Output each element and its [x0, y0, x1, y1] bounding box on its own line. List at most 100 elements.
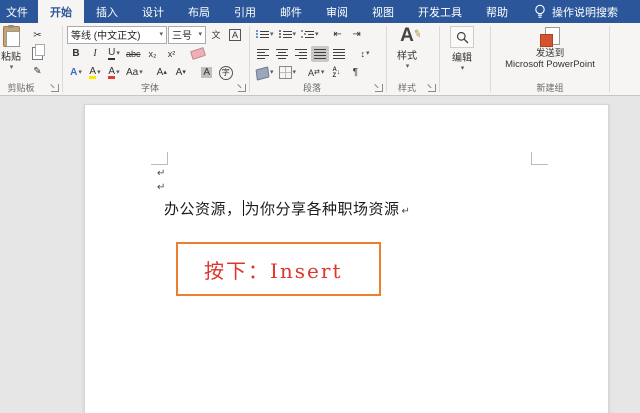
bullet-list-icon	[256, 30, 269, 38]
tab-layout[interactable]: 布局	[176, 0, 222, 23]
shading-button[interactable]: ▾	[254, 65, 276, 81]
tab-home[interactable]: 开始	[38, 0, 84, 23]
font-name-combobox[interactable]: 等线 (中文正文) ▾	[67, 25, 167, 44]
chevron-down-icon: ▾	[365, 50, 370, 57]
subscript-button[interactable]: x₂	[144, 46, 162, 62]
chevron-down-icon: ▾	[405, 63, 410, 70]
decrease-indent-button[interactable]: ⇤	[329, 27, 347, 43]
multilevel-list-button[interactable]: ▾	[299, 27, 321, 43]
numbered-list-icon	[278, 30, 292, 38]
text-effects-button[interactable]: A ▾	[67, 65, 85, 81]
tab-developer[interactable]: 开发工具	[406, 0, 474, 23]
eraser-icon	[189, 47, 206, 60]
increase-indent-button[interactable]: ⇥	[348, 27, 366, 43]
strikethrough-button[interactable]: abc	[124, 46, 143, 62]
styles-dialog-launcher-icon[interactable]	[428, 84, 436, 92]
swap-arrows-icon: ⇄	[314, 69, 320, 76]
paragraph-group: ▾ ▾ ▾ ⇤ ⇥ ↕ ▾ ▾ ▾ A ⇄ ▾ A Z ↓ ¶ 段落	[250, 23, 386, 95]
tab-review[interactable]: 审阅	[314, 0, 360, 23]
font-color-button[interactable]: A ▾	[105, 65, 123, 81]
tab-file[interactable]: 文件	[0, 0, 38, 23]
highlighter-icon: A	[89, 65, 97, 79]
superscript-button[interactable]: x²	[163, 46, 181, 62]
tab-mailings[interactable]: 邮件	[268, 0, 314, 23]
decrease-indent-icon: ⇤	[333, 29, 342, 40]
line-spacing-button[interactable]: ↕ ▾	[356, 46, 374, 62]
insert-callout-text: 按下：Insert	[204, 258, 343, 283]
enclose-characters-button[interactable]: 字	[217, 65, 235, 81]
send-to-powerpoint-button[interactable]: 发送到 Microsoft PowerPoint	[499, 26, 601, 70]
align-center-button[interactable]	[273, 46, 291, 62]
show-hide-marks-button[interactable]: ¶	[346, 65, 364, 81]
format-painter-icon: ✎	[33, 65, 42, 77]
tab-references[interactable]: 引用	[222, 0, 268, 23]
shrink-font-button[interactable]: A ▾	[172, 65, 190, 81]
tab-view[interactable]: 视图	[360, 0, 406, 23]
send-label-line1: 发送到	[535, 48, 565, 59]
font-dialog-launcher-icon[interactable]	[238, 84, 246, 92]
align-left-icon	[257, 48, 269, 59]
styles-button[interactable]: A ✎ 样式 ▾	[391, 26, 423, 71]
document-text-line[interactable]: 办公资源， 为你分享各种职场资源 ↵	[164, 198, 410, 219]
align-left-button[interactable]	[254, 46, 272, 62]
editing-button[interactable]: 编辑 ▾	[444, 26, 480, 72]
highlight-color-button[interactable]: A ▾	[86, 65, 104, 81]
font-name-value: 等线 (中文正文)	[71, 31, 141, 42]
styles-button-label: 样式	[397, 51, 417, 62]
numbering-button[interactable]: ▾	[277, 27, 299, 43]
character-border-button[interactable]: A	[226, 27, 244, 43]
document-page[interactable]: ↵ ↵ 办公资源， 为你分享各种职场资源 ↵ 按下：Insert	[84, 104, 609, 413]
borders-grid-icon	[278, 66, 292, 79]
distribute-button[interactable]	[330, 46, 348, 62]
paragraph-dialog-launcher-icon[interactable]	[375, 84, 383, 92]
tab-design[interactable]: 设计	[130, 0, 176, 23]
increase-indent-icon: ⇥	[352, 29, 361, 40]
send-to-powerpoint-icon	[538, 27, 562, 47]
justify-button[interactable]	[311, 45, 329, 62]
borders-button[interactable]: ▾	[277, 65, 299, 81]
phonetic-guide-icon: 文	[211, 30, 221, 40]
font-size-combobox[interactable]: 三号 ▾	[168, 25, 206, 44]
search-icon	[456, 31, 468, 43]
copy-button[interactable]	[28, 43, 47, 61]
paint-bucket-icon	[255, 66, 270, 81]
font-group: 等线 (中文正文) ▾ 三号 ▾ 文 A B I U ▾ abc x₂ x² A…	[63, 23, 249, 95]
tab-insert[interactable]: 插入	[84, 0, 130, 23]
down-arrow-icon: ▾	[182, 69, 186, 76]
new-group: 发送到 Microsoft PowerPoint 新建组	[491, 23, 609, 95]
phonetic-guide-button[interactable]: 文	[207, 27, 225, 43]
underline-label: U	[108, 46, 116, 60]
grow-font-button[interactable]: A ▴	[153, 65, 171, 81]
italic-button[interactable]: I	[86, 46, 104, 62]
clipboard-group: 粘贴 ▾ ✂ ✎ 剪贴板	[0, 23, 62, 95]
underline-button[interactable]: U ▾	[105, 46, 123, 62]
paste-label: 粘贴	[1, 52, 21, 63]
bold-button[interactable]: B	[67, 46, 85, 62]
margin-corner-mark-top-left	[151, 152, 168, 165]
character-shading-button[interactable]: A	[198, 65, 216, 81]
clipboard-dialog-launcher-icon[interactable]	[51, 84, 59, 92]
text-after-cursor: 为你分享各种职场资源	[244, 201, 400, 218]
insert-callout-box[interactable]: 按下：Insert	[176, 242, 381, 296]
tell-me-search[interactable]: 操作说明搜索	[534, 0, 618, 23]
distribute-icon	[333, 48, 345, 59]
sort-button[interactable]: A Z ↓	[327, 65, 345, 81]
clear-formatting-button[interactable]	[189, 46, 207, 62]
text-effects-icon: A	[70, 67, 78, 78]
align-center-icon	[276, 48, 288, 59]
change-case-button[interactable]: Aa ▾	[124, 65, 145, 81]
asian-layout-button[interactable]: A ⇄ ▾	[306, 65, 326, 81]
paste-button[interactable]: 粘贴 ▾	[0, 25, 26, 71]
enclose-characters-icon: 字	[218, 65, 233, 80]
align-right-button[interactable]	[292, 46, 310, 62]
cut-button[interactable]: ✂	[28, 27, 47, 43]
tab-help[interactable]: 帮助	[474, 0, 520, 23]
group-divider	[609, 26, 610, 92]
pilcrow-icon: ¶	[352, 67, 359, 78]
shrink-font-label: A	[175, 67, 183, 78]
styles-group: A ✎ 样式 ▾ 样式	[387, 23, 439, 95]
styles-group-label: 样式	[397, 83, 416, 93]
bullets-button[interactable]: ▾	[254, 27, 276, 43]
chevron-down-icon: ▾	[139, 69, 143, 76]
format-painter-button[interactable]: ✎	[28, 63, 47, 79]
